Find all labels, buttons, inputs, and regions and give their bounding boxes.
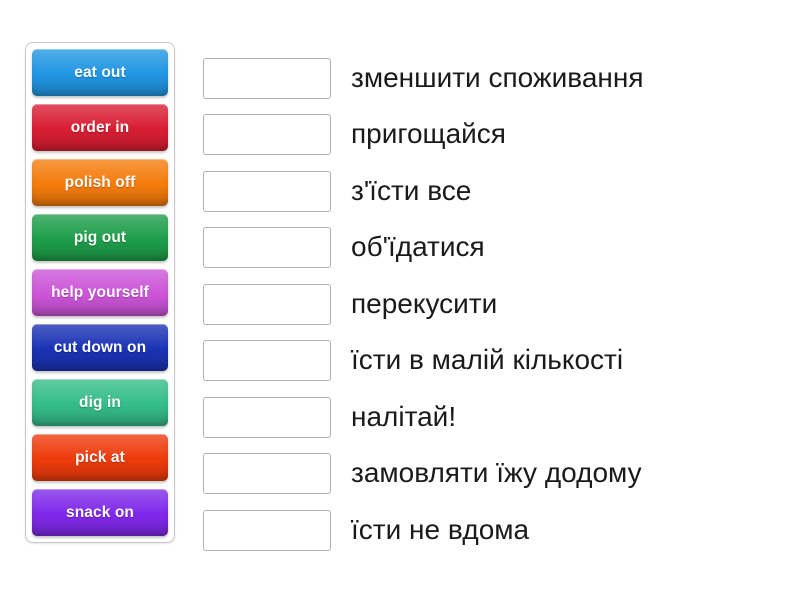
- draggable-tile[interactable]: eat out: [32, 49, 168, 96]
- draggable-tile[interactable]: cut down on: [32, 324, 168, 371]
- drop-zone[interactable]: [203, 453, 331, 495]
- drop-zone[interactable]: [203, 57, 331, 99]
- answer-row: зменшити споживання: [203, 50, 783, 107]
- drop-zone[interactable]: [203, 340, 331, 382]
- answer-row: їсти в малій кількості: [203, 333, 783, 390]
- draggable-tile[interactable]: polish off: [32, 159, 168, 206]
- tile-label: pick at: [75, 448, 125, 466]
- draggable-tile[interactable]: order in: [32, 104, 168, 151]
- tile-label: dig in: [79, 393, 121, 411]
- draggable-tile[interactable]: snack on: [32, 489, 168, 536]
- definition-text: перекусити: [351, 287, 498, 319]
- definition-text: замовляти їжу додому: [351, 457, 642, 489]
- answer-row: їсти не вдома: [203, 502, 783, 559]
- draggable-tile[interactable]: dig in: [32, 379, 168, 426]
- tile-label: polish off: [64, 173, 136, 191]
- definition-text: зменшити споживання: [351, 61, 644, 93]
- answer-row: замовляти їжу додому: [203, 446, 783, 503]
- draggable-tile[interactable]: pick at: [32, 434, 168, 481]
- drop-zone[interactable]: [203, 170, 331, 212]
- definition-text: налітай!: [351, 400, 457, 432]
- definition-text: пригощайся: [351, 118, 506, 150]
- answer-row: об'їдатися: [203, 220, 783, 277]
- definition-text: їсти не вдома: [351, 513, 530, 545]
- drop-zone[interactable]: [203, 227, 331, 269]
- answer-row: з'їсти все: [203, 163, 783, 220]
- answer-row: перекусити: [203, 276, 783, 333]
- answer-row: налітай!: [203, 389, 783, 446]
- draggable-tile[interactable]: pig out: [32, 214, 168, 261]
- tile-label: pig out: [73, 228, 127, 246]
- draggable-tiles-panel: eat out order in polish off pig out help you…: [25, 42, 175, 543]
- tile-label: order in: [70, 118, 130, 136]
- drop-zone[interactable]: [203, 396, 331, 438]
- tile-label: eat out: [74, 63, 126, 81]
- answer-row: пригощайся: [203, 107, 783, 164]
- tile-label: snack on: [66, 503, 134, 521]
- tile-label: help yourself: [51, 283, 149, 301]
- answer-rows: зменшити споживання пригощайся з'їсти все о…: [203, 50, 783, 559]
- definition-text: їсти в малій кількості: [351, 344, 624, 376]
- definition-text: з'їсти все: [351, 174, 472, 206]
- drop-zone[interactable]: [203, 509, 331, 551]
- definition-text: об'їдатися: [351, 231, 485, 263]
- drop-zone[interactable]: [203, 114, 331, 156]
- match-up-activity: eat out order in polish off pig out help you…: [0, 0, 800, 600]
- tile-label: cut down on: [53, 338, 147, 356]
- draggable-tile[interactable]: help yourself: [32, 269, 168, 316]
- drop-zone[interactable]: [203, 283, 331, 325]
